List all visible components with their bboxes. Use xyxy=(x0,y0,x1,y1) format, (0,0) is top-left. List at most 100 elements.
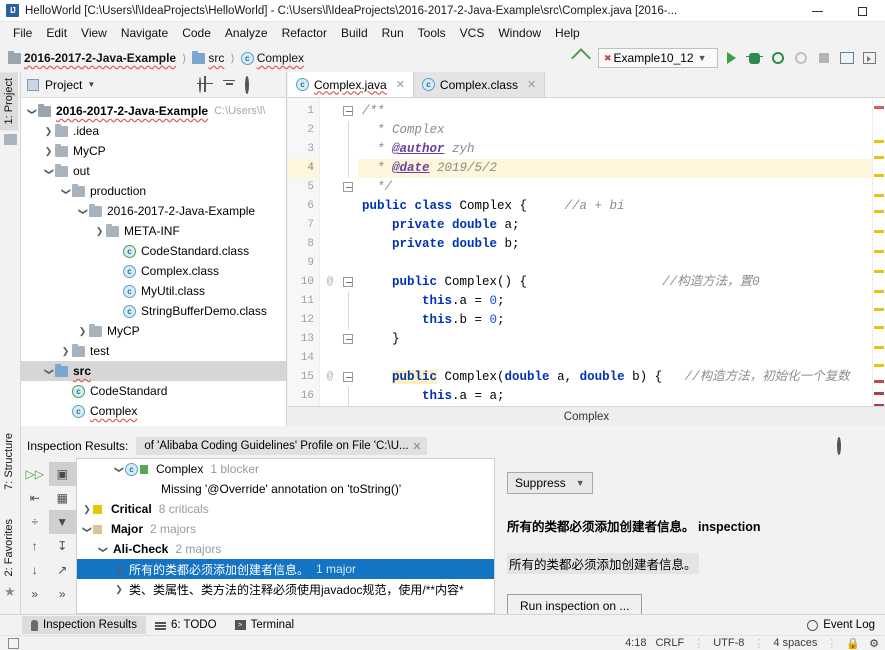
code-line[interactable]: */ xyxy=(358,178,885,197)
undo-icon[interactable] xyxy=(571,48,591,68)
tree-node[interactable]: 2016-2017-2-Java-Example C:\Users\l\ xyxy=(21,101,286,121)
error-stripe-marker[interactable] xyxy=(874,140,884,143)
code-line[interactable]: * @author zyh xyxy=(358,140,885,159)
override-annotation-marker[interactable]: @ xyxy=(320,273,340,292)
menu-build[interactable]: Build xyxy=(334,24,375,42)
chevron-right-icon[interactable] xyxy=(59,346,72,357)
code-line[interactable]: this.b = 0; xyxy=(358,311,885,330)
gear-icon[interactable]: ⚙ xyxy=(869,637,879,650)
event-log-button[interactable]: Event Log xyxy=(807,619,875,631)
error-stripe-marker[interactable] xyxy=(874,174,884,177)
code-line[interactable]: * @date 2019/5/2 xyxy=(358,159,885,178)
override-annotation-marker[interactable]: @ xyxy=(320,368,340,387)
hide-icon[interactable] xyxy=(268,78,282,92)
tree-node[interactable]: c Complex xyxy=(21,401,286,421)
menu-view[interactable]: View xyxy=(74,24,114,42)
error-stripe-marker[interactable] xyxy=(874,210,884,213)
lock-icon[interactable]: 🔒 xyxy=(846,637,860,650)
prev-icon[interactable]: ↑ xyxy=(21,534,49,558)
profile-button[interactable] xyxy=(791,49,810,68)
error-stripe-marker[interactable] xyxy=(874,308,884,311)
tree-node[interactable]: MyCP xyxy=(21,321,286,341)
tree-node[interactable]: c MyUtil.class xyxy=(21,281,286,301)
project-structure-button[interactable] xyxy=(837,49,856,68)
error-stripe-marker[interactable] xyxy=(874,270,884,273)
tree-node[interactable]: test xyxy=(21,341,286,361)
locate-icon[interactable] xyxy=(199,76,213,93)
error-stripe-marker[interactable] xyxy=(874,156,884,159)
expand-icon[interactable]: ⇤ xyxy=(21,486,49,510)
inspection-tree-row[interactable]: Ali-Check 2 majors xyxy=(77,539,494,559)
menu-help[interactable]: Help xyxy=(548,24,587,42)
inspection-profile-chip[interactable]: of 'Alibaba Coding Guidelines' Profile o… xyxy=(136,437,427,455)
tree-node[interactable]: c StringBufferDemo.class xyxy=(21,301,286,321)
minimize-button[interactable] xyxy=(795,0,840,22)
bottom-tab-todo[interactable]: 6: TODO xyxy=(146,616,226,634)
file-encoding[interactable]: UTF-8 xyxy=(713,637,744,649)
menu-vcs[interactable]: VCS xyxy=(453,24,492,42)
menu-refactor[interactable]: Refactor xyxy=(275,24,334,42)
hide-icon[interactable] xyxy=(863,439,877,453)
close-icon[interactable]: ✕ xyxy=(412,440,421,453)
chevron-down-icon[interactable]: ▼ xyxy=(87,80,95,89)
fold-toggle-icon[interactable] xyxy=(343,372,353,382)
code-line[interactable]: this.a = 0; xyxy=(358,292,885,311)
gear-icon[interactable] xyxy=(245,75,259,94)
error-stripe-marker[interactable] xyxy=(874,346,884,349)
stop-button[interactable] xyxy=(814,49,833,68)
tab-complex-java[interactable]: c Complex.java ✕ xyxy=(288,72,414,97)
chevron-right-icon[interactable] xyxy=(42,146,55,157)
code-line[interactable] xyxy=(358,254,885,273)
error-stripe-marker[interactable] xyxy=(874,364,884,367)
gear-icon[interactable] xyxy=(837,437,851,455)
code-line[interactable]: public Complex(double a, double b) { //构… xyxy=(358,368,885,387)
debug-button[interactable] xyxy=(745,49,764,68)
caret-position[interactable]: 4:18 xyxy=(625,637,646,649)
code-area[interactable]: 1 2 3 4 5 6 7 8 9 10 11 12 13 14 15 16 @ @ /** * Complex… xyxy=(288,98,885,406)
chevron-down-icon[interactable] xyxy=(81,524,93,535)
tree-node[interactable]: c Complex.class xyxy=(21,261,286,281)
tree-node[interactable]: out xyxy=(21,161,286,181)
inspection-tree-row[interactable]: Critical 8 criticals xyxy=(77,499,494,519)
error-stripe-marker[interactable] xyxy=(874,230,884,233)
tree-node[interactable]: META-INF xyxy=(21,221,286,241)
menu-code[interactable]: Code xyxy=(175,24,218,42)
bottom-tab-terminal[interactable]: > Terminal xyxy=(226,616,303,634)
tree-node[interactable]: .idea xyxy=(21,121,286,141)
error-stripe-marker[interactable] xyxy=(874,380,884,383)
autoscroll-icon[interactable]: ↧ xyxy=(49,534,77,558)
menu-navigate[interactable]: Navigate xyxy=(114,24,175,42)
code-line[interactable]: } xyxy=(358,330,885,349)
project-tree[interactable]: 2016-2017-2-Java-Example C:\Users\l\ .idea… xyxy=(21,98,286,426)
code-line[interactable] xyxy=(358,349,885,368)
suppress-button[interactable]: Suppress ▼ xyxy=(507,472,593,494)
fold-toggle-icon[interactable] xyxy=(343,182,353,192)
chevron-right-icon[interactable] xyxy=(76,326,89,337)
bottom-tab-inspection-results[interactable]: Inspection Results xyxy=(22,616,146,634)
fold-toggle-icon[interactable] xyxy=(343,334,353,344)
menu-tools[interactable]: Tools xyxy=(411,24,453,42)
inspection-tree[interactable]: c Complex 1 blocker Missing '@Override' ann… xyxy=(76,458,495,614)
maximize-button[interactable] xyxy=(840,0,885,22)
menu-file[interactable]: File xyxy=(6,24,39,42)
code-line[interactable]: this.a = a; xyxy=(358,387,885,406)
error-stripe-marker[interactable] xyxy=(874,290,884,293)
tab-complex-class[interactable]: c Complex.class ✕ xyxy=(413,72,546,97)
error-stripe-marker[interactable] xyxy=(874,392,884,395)
error-stripe-marker[interactable] xyxy=(874,250,884,253)
close-icon[interactable]: ✕ xyxy=(527,78,536,91)
export-icon[interactable]: ▣ xyxy=(48,462,76,486)
tree-node[interactable]: production xyxy=(21,181,286,201)
breadcrumb-class[interactable]: Complex xyxy=(257,51,304,65)
inspection-tree-row[interactable]: Missing '@Override' annotation on 'toStr… xyxy=(77,479,494,499)
chevron-right-icon[interactable] xyxy=(42,126,55,137)
inspection-tree-row[interactable]: 类、类属性、类方法的注释必须使用javadoc规范，使用/**内容* xyxy=(77,579,494,599)
tree-node[interactable]: MyCP xyxy=(21,141,286,161)
chevron-right-icon[interactable] xyxy=(113,564,125,575)
collapse-all-icon[interactable] xyxy=(222,78,236,92)
chevron-right-icon[interactable] xyxy=(113,584,125,595)
chevron-down-icon[interactable] xyxy=(59,186,72,197)
menu-analyze[interactable]: Analyze xyxy=(218,24,275,42)
error-stripe-marker[interactable] xyxy=(874,106,884,109)
sidebar-item-project[interactable]: 1: Project xyxy=(0,72,18,131)
